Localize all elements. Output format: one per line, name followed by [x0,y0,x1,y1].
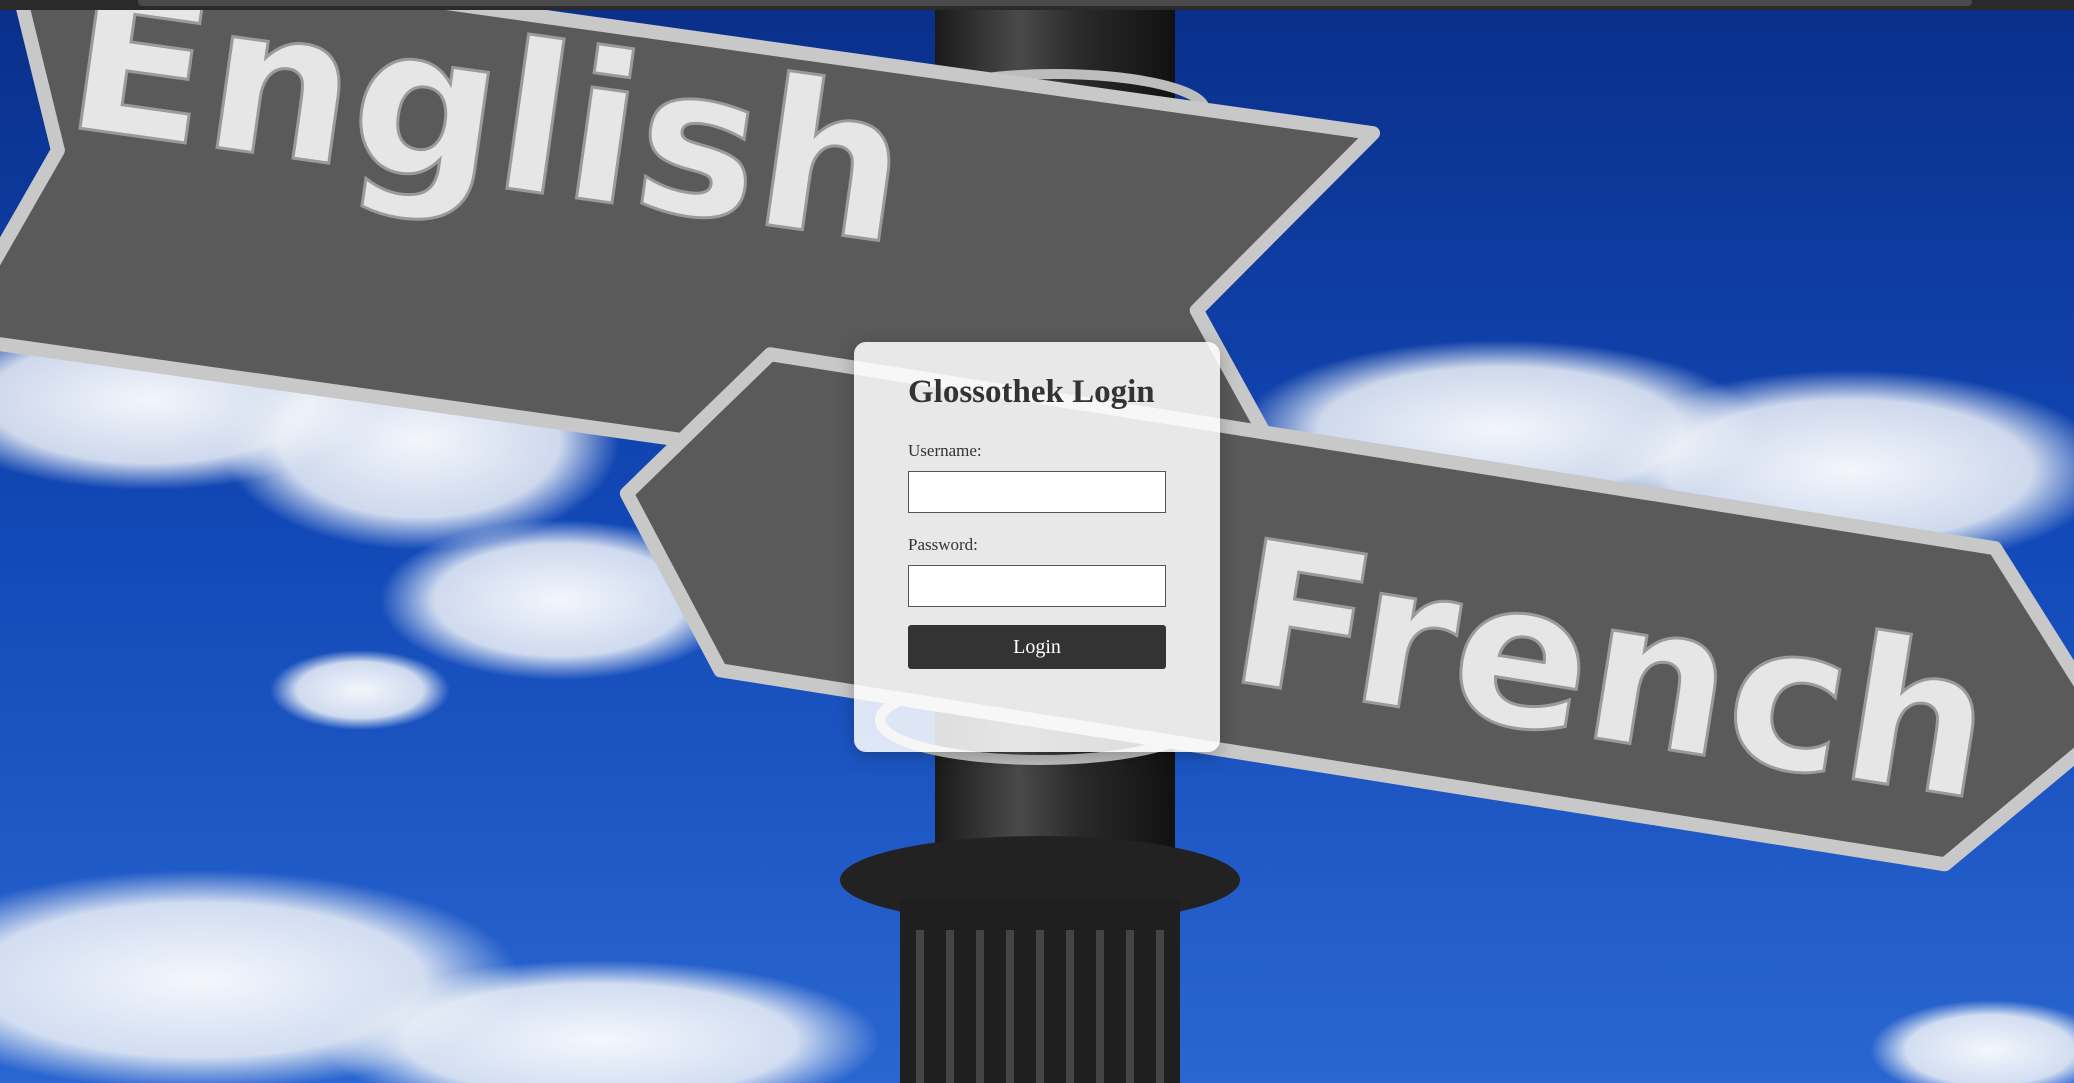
top-bar [0,0,2074,10]
username-input[interactable] [908,471,1166,513]
login-button[interactable]: Login [908,625,1166,669]
top-bar-inner [138,0,1972,6]
password-input[interactable] [908,565,1166,607]
password-label: Password: [908,535,978,554]
login-page: English French Glossothek Login Username… [0,0,2074,1083]
username-label: Username: [908,441,982,460]
login-title: Glossothek Login [908,374,1155,410]
login-card: Glossothek Login Username: Password: Log… [854,342,1220,752]
